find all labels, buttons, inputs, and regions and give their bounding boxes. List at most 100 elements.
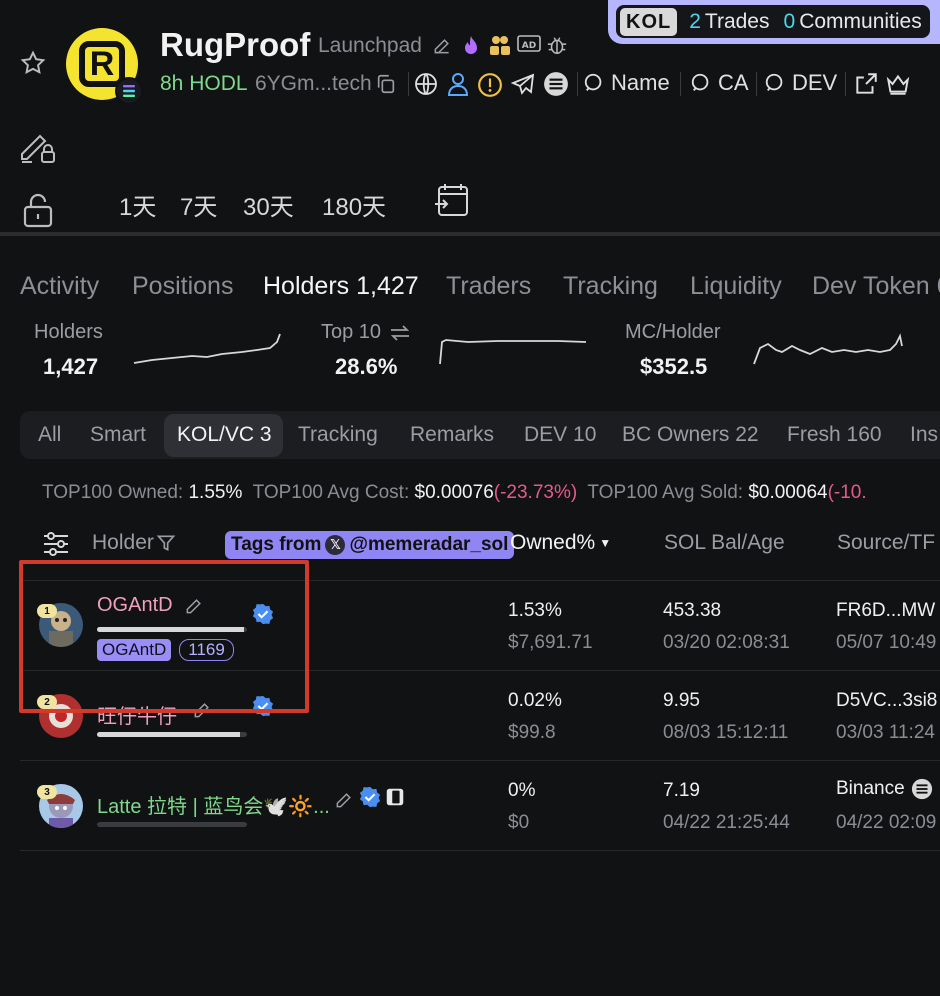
source-column-header[interactable]: Source/TF (837, 531, 935, 555)
sol-balance: 453.38 (663, 600, 722, 621)
filter-fresh[interactable]: Fresh 160 (787, 423, 882, 447)
globe-icon[interactable] (414, 72, 438, 96)
search-dev-button[interactable]: DEV (764, 70, 837, 96)
user-icon[interactable] (447, 72, 469, 96)
filter-remarks[interactable]: Remarks (410, 423, 494, 447)
copy-icon[interactable] (375, 73, 397, 95)
divider (408, 72, 409, 96)
tab-liquidity[interactable]: Liquidity (690, 272, 782, 301)
tab-positions[interactable]: Positions (132, 272, 233, 301)
avg-sold-value: $0.00064 (748, 482, 828, 503)
holder-column-header[interactable]: Holder (92, 531, 176, 555)
communities-count: 0 (783, 9, 796, 33)
avg-cost-value: $0.00076 (414, 482, 494, 503)
holders-stat-value: 1,427 (43, 354, 99, 379)
edit-lock-icon[interactable] (18, 126, 58, 166)
hodl-label: HODL (189, 72, 248, 95)
divider (680, 72, 681, 96)
tab-holders[interactable]: Holders 1,427 (263, 272, 419, 301)
telegram-icon[interactable] (510, 72, 536, 96)
divider (845, 72, 846, 96)
avg-cost-label: TOP100 Avg Cost: (252, 482, 410, 503)
owned-usd: $0 (508, 812, 530, 833)
search-name-label: Name (611, 70, 670, 95)
lock-icon[interactable] (22, 192, 54, 228)
holder-name[interactable]: Latte 拉特 | 蓝鸟会🕊️🔆... (97, 790, 329, 819)
verified-icon (359, 786, 381, 808)
funnel-icon[interactable] (156, 533, 176, 553)
holding-bar (97, 822, 247, 827)
sol-column-header[interactable]: SOL Bal/Age (664, 531, 785, 555)
solscan-icon[interactable] (543, 71, 569, 97)
holding-bar (97, 732, 247, 737)
avg-sold-label: TOP100 Avg Sold: (587, 482, 744, 503)
funding-source-wrap[interactable]: Binance (836, 778, 933, 800)
token-title: RugProof (160, 26, 311, 63)
sol-age: 04/22 21:25:44 (663, 812, 790, 833)
rugproof-logo-mark: R (79, 41, 125, 87)
filter-bc-owners[interactable]: BC Owners 22 (622, 423, 759, 447)
funding-source[interactable]: D5VC...3si8 (836, 690, 937, 712)
mc-holder-sparkline (752, 330, 904, 368)
favorite-star-icon[interactable] (20, 50, 46, 76)
search-ca-label: CA (718, 70, 749, 95)
crown-icon[interactable] (885, 71, 911, 97)
external-link-icon[interactable] (853, 71, 879, 97)
filter-sliders-icon[interactable] (42, 531, 70, 557)
mc-holder-stat-label: MC/Holder (625, 321, 721, 343)
sol-balance: 9.95 (663, 690, 700, 711)
top10-stat-label: Top 10 (321, 321, 382, 343)
bug-icon (546, 34, 568, 56)
trades-count: 2 (689, 9, 701, 33)
tab-traders[interactable]: Traders (446, 272, 531, 301)
owned-percent: 0% (508, 780, 536, 801)
tab-tracking[interactable]: Tracking (563, 272, 658, 301)
mc-holder-stat-value: $352.5 (640, 354, 708, 379)
edit-icon[interactable] (432, 36, 452, 56)
launchpad-label: Launchpad (318, 34, 422, 57)
calendar-icon[interactable] (433, 182, 471, 218)
holder-column-label: Holder (92, 531, 154, 554)
period-1d[interactable]: 1天 (119, 187, 156, 222)
search-icon (690, 72, 712, 94)
owned-usd: $7,691.71 (508, 632, 593, 653)
filter-all[interactable]: All (38, 423, 61, 447)
warning-icon[interactable] (477, 72, 503, 98)
divider (577, 72, 578, 96)
fire-icon (461, 34, 481, 58)
tab-dev-token[interactable]: Dev Token 6 (812, 272, 940, 301)
sort-down-icon: ▼ (599, 536, 612, 550)
funding-time: 03/03 11:24 (836, 722, 935, 743)
filter-kol-vc[interactable]: KOL/VC 3 (177, 423, 272, 447)
swap-icon[interactable] (389, 321, 411, 344)
funding-source[interactable]: FR6D...MW (836, 600, 935, 622)
filter-dev[interactable]: DEV 10 (524, 423, 596, 447)
search-ca-button[interactable]: CA (690, 70, 749, 96)
top10-stat-label-wrap: Top 10 (321, 321, 411, 344)
owned-column-header[interactable]: Owned% ▼ (510, 531, 611, 555)
owned-percent: 0.02% (508, 690, 562, 711)
tags-from-badge[interactable]: Tags from 𝕏 @memeradar_sol (225, 531, 515, 559)
divider (756, 72, 757, 96)
period-30d[interactable]: 30天 (243, 187, 294, 222)
wallet-card-icon (384, 786, 406, 808)
people-icon (488, 34, 512, 56)
row-divider (20, 850, 940, 851)
filter-tracking[interactable]: Tracking (298, 423, 378, 447)
period-180d[interactable]: 180天 (322, 187, 386, 222)
search-name-button[interactable]: Name (583, 70, 670, 96)
search-icon (764, 72, 786, 94)
tags-handle: @memeradar_sol (349, 534, 509, 555)
tab-activity[interactable]: Activity (20, 272, 99, 301)
rank-badge: 3 (37, 785, 57, 799)
search-dev-label: DEV (792, 70, 838, 95)
filter-insiders[interactable]: Ins (910, 423, 938, 447)
filter-smart[interactable]: Smart (90, 423, 146, 447)
kol-summary-badge[interactable]: KOL 2 Trades 0 Communities (608, 0, 940, 44)
x-icon: 𝕏 (325, 535, 346, 555)
edit-icon[interactable] (334, 790, 354, 810)
top10-stat-value: 28.6% (335, 354, 398, 379)
contract-address[interactable]: 6YGm...tech (255, 72, 372, 96)
solana-chain-icon (115, 77, 143, 105)
period-7d[interactable]: 7天 (180, 187, 217, 222)
